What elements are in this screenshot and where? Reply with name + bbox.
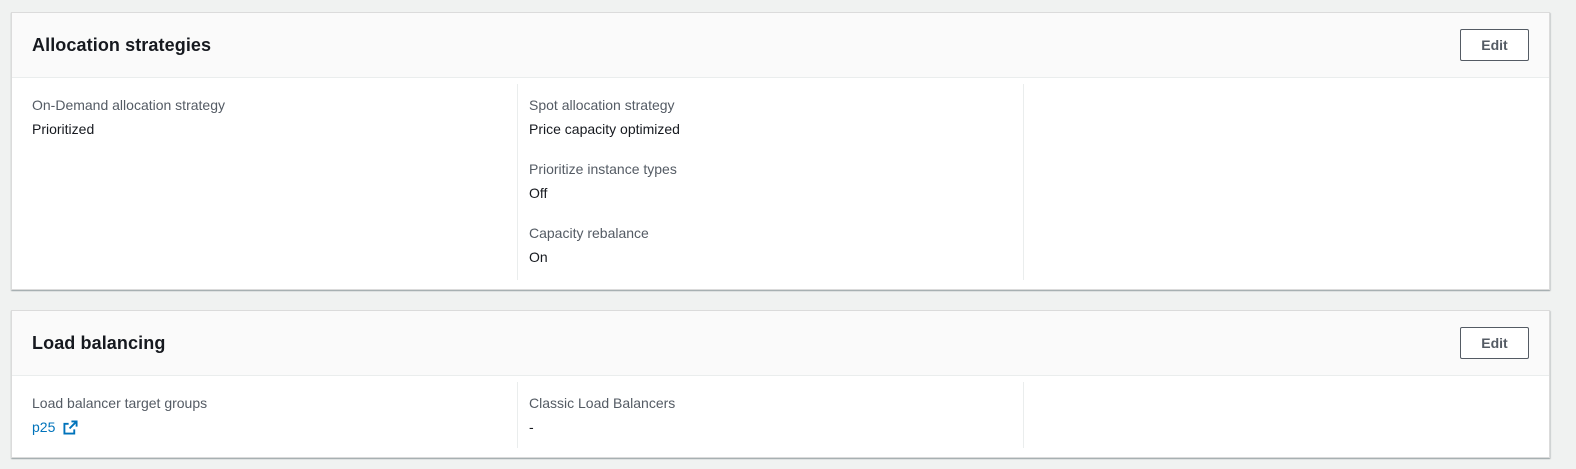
spot-field: Spot allocation strategy Price capacity …: [529, 96, 1003, 138]
classic-field: Classic Load Balancers -: [529, 394, 1003, 436]
edit-allocation-button[interactable]: Edit: [1460, 29, 1529, 61]
prioritize-field: Prioritize instance types Off: [529, 160, 1003, 202]
panel-title: Load balancing: [32, 332, 166, 353]
panel-header: Load balancing Edit: [12, 311, 1549, 376]
spot-value: Price capacity optimized: [529, 121, 680, 137]
classic-label: Classic Load Balancers: [529, 395, 676, 411]
target-groups-label: Load balancer target groups: [32, 395, 208, 411]
prioritize-value: Off: [529, 185, 548, 201]
column-2: Classic Load Balancers -: [518, 382, 1024, 448]
rebalance-field: Capacity rebalance On: [529, 224, 1003, 266]
load-balancing-panel: Load balancing Edit Load balancer target…: [11, 310, 1550, 458]
column-1: Load balancer target groups p25: [12, 382, 518, 448]
on-demand-value: Prioritized: [32, 121, 95, 137]
allocation-strategies-panel: Allocation strategies Edit On-Demand all…: [11, 12, 1550, 290]
on-demand-label: On-Demand allocation strategy: [32, 97, 225, 113]
load-balancing-columns: Load balancer target groups p25 Classic …: [12, 376, 1549, 458]
target-groups-field: Load balancer target groups p25: [32, 394, 497, 436]
prioritize-label: Prioritize instance types: [529, 161, 677, 177]
target-group-link[interactable]: p25: [32, 418, 78, 436]
column-3: [1024, 84, 1549, 280]
spot-label: Spot allocation strategy: [529, 97, 675, 113]
target-groups-value: p25: [32, 418, 497, 436]
classic-value: -: [529, 419, 534, 435]
rebalance-label: Capacity rebalance: [529, 225, 649, 241]
target-group-link-text: p25: [32, 419, 56, 435]
panel-header: Allocation strategies Edit: [12, 13, 1549, 78]
external-link-icon: [63, 419, 78, 435]
rebalance-value: On: [529, 249, 548, 265]
edit-load-balancing-button[interactable]: Edit: [1460, 327, 1529, 359]
on-demand-field: On-Demand allocation strategy Prioritize…: [32, 96, 497, 138]
column-2: Spot allocation strategy Price capacity …: [518, 84, 1024, 280]
column-1: On-Demand allocation strategy Prioritize…: [12, 84, 518, 280]
allocation-columns: On-Demand allocation strategy Prioritize…: [12, 78, 1549, 290]
panel-title: Allocation strategies: [32, 34, 212, 55]
column-3: [1024, 382, 1549, 448]
